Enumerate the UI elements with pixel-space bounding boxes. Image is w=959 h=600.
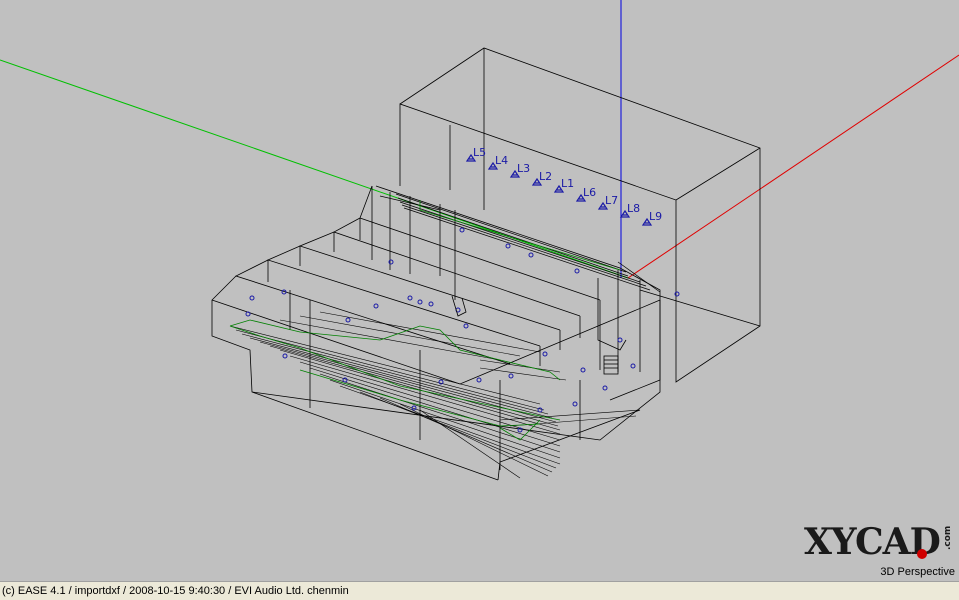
status-text: (c) EASE 4.1 / importdxf / 2008-10-15 9:… — [2, 585, 349, 597]
speaker-group: L5 L4 L3 L2 L1 L6 L7 L8 L9 — [465, 146, 662, 226]
speaker-label: L3 — [517, 162, 530, 175]
speaker-label: L9 — [649, 210, 662, 223]
wireframe-model: L5 L4 L3 L2 L1 L6 L7 L8 L9 — [0, 0, 959, 481]
x-axis-line — [627, 54, 959, 279]
speaker-label: L4 — [495, 154, 508, 167]
speaker-label: L8 — [627, 202, 640, 215]
floor-seating-rows — [229, 311, 641, 479]
y-axis-line — [0, 59, 629, 279]
speaker-l6[interactable]: L6 — [575, 186, 596, 202]
speaker-l4[interactable]: L4 — [487, 154, 508, 170]
speaker-label: L5 — [473, 146, 486, 159]
speaker-label: L7 — [605, 194, 618, 207]
svg-text:.com: .com — [943, 526, 953, 550]
speaker-l3[interactable]: L3 — [509, 162, 530, 178]
speaker-label: L6 — [583, 186, 596, 199]
speaker-label: L2 — [539, 170, 552, 183]
speaker-l9[interactable]: L9 — [641, 210, 662, 226]
3d-viewport[interactable]: L5 L4 L3 L2 L1 L6 L7 L8 L9 — [0, 0, 959, 581]
speaker-l5[interactable]: L5 — [465, 146, 486, 162]
status-bar: (c) EASE 4.1 / importdxf / 2008-10-15 9:… — [0, 581, 959, 600]
logo-image: XYCAD .com — [804, 521, 953, 563]
speaker-l1[interactable]: L1 — [553, 177, 574, 193]
speaker-l7[interactable]: L7 — [597, 194, 618, 210]
receiver-markers — [245, 227, 680, 433]
speaker-label: L1 — [561, 177, 574, 190]
speaker-l2[interactable]: L2 — [531, 170, 552, 186]
xycad-logo: XYCAD .com — [804, 520, 956, 563]
speaker-l8[interactable]: L8 — [619, 202, 640, 218]
view-mode-label: 3D Perspective — [880, 566, 955, 578]
